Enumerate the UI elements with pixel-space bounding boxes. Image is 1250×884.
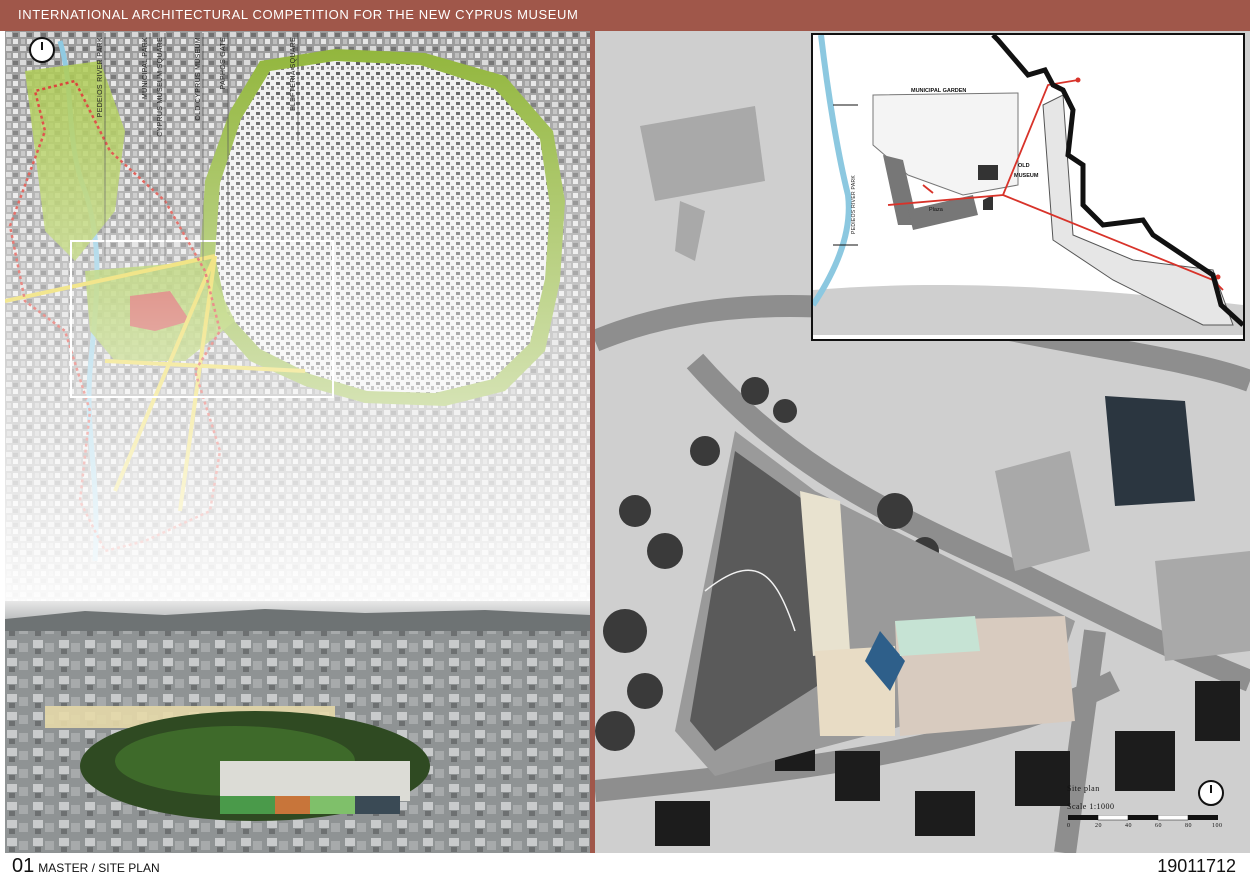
entry-code: 19011712 <box>1157 856 1236 876</box>
title-bar: INTERNATIONAL ARCHITECTURAL COMPETITION … <box>0 0 1250 31</box>
scale-tick: 60 <box>1155 823 1162 829</box>
page-title: INTERNATIONAL ARCHITECTURAL COMPETITION … <box>18 7 579 22</box>
street-label: MUNICIPAL PARK <box>142 37 149 100</box>
site-plan-scale: Scale 1:1000 <box>1067 802 1115 811</box>
master-plan-map: PEDEIOS RIVER PARK MUNICIPAL PARK CYPRUS… <box>5 31 590 601</box>
north-arrow-icon <box>29 37 55 63</box>
sheet-label: 01 MASTER / SITE PLAN <box>12 855 160 878</box>
scale-tick: 40 <box>1125 823 1132 829</box>
inset-label-old-museum: MUSEUM <box>1014 173 1039 179</box>
inset-label-old-museum: OLD <box>1018 163 1030 169</box>
street-label: PAPHOS GATE <box>220 37 227 90</box>
street-label: OLD CYPRUS MUSEUM <box>195 37 202 121</box>
street-label: PEDEIOS RIVER PARK <box>97 37 104 118</box>
inset-graphic <box>813 35 1243 339</box>
aerial-render <box>5 601 590 853</box>
scale-bar <box>1068 815 1218 821</box>
inset-label-plaza: Plaza <box>929 207 943 213</box>
sheet-number: 01 <box>12 855 35 877</box>
sheet-name: MASTER / SITE PLAN <box>38 861 160 875</box>
street-label: ELEFTERIA SQUARE <box>290 37 297 112</box>
render-graphic <box>5 601 590 853</box>
scale-tick: 0 <box>1067 823 1071 829</box>
location-inset: MUNICIPAL GARDEN OLD MUSEUM Plaza PEDIEO… <box>811 33 1245 341</box>
site-plan-title: Site plan <box>1067 784 1100 793</box>
north-arrow-icon <box>1198 780 1224 806</box>
map-graphic <box>5 31 590 601</box>
scale-tick: 20 <box>1095 823 1102 829</box>
inset-label-garden: MUNICIPAL GARDEN <box>911 88 967 94</box>
street-label: CYPRUS MUSEUM SQUARE <box>157 37 164 137</box>
scale-tick: 80 <box>1185 823 1192 829</box>
inset-label-river: PEDIEOS RIVER PARK <box>851 175 857 234</box>
scale-tick: 100 <box>1212 823 1223 829</box>
